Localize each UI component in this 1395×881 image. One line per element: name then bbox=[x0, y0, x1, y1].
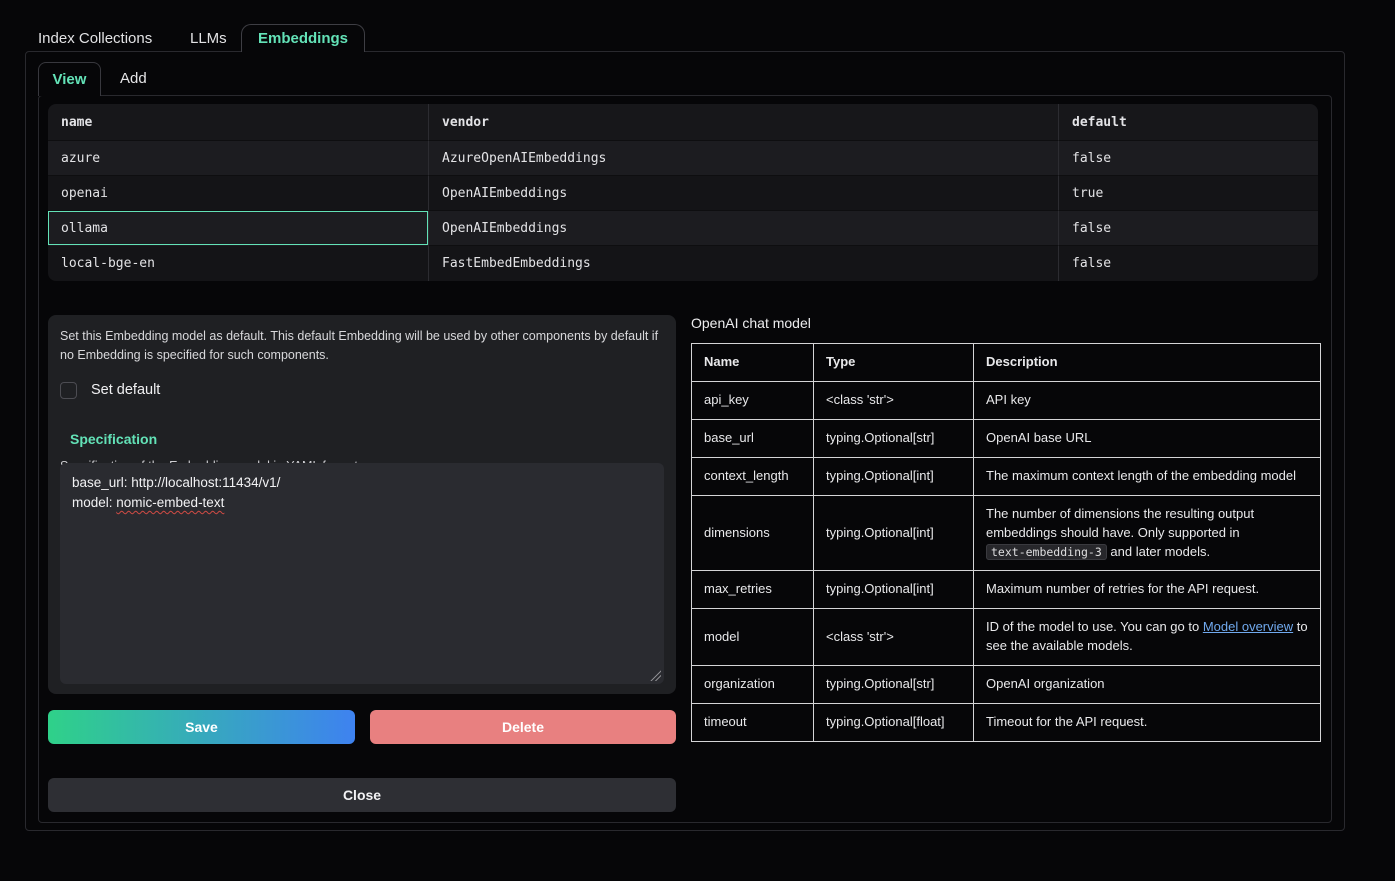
ref-row-timeout: timeout typing.Optional[float] Timeout f… bbox=[692, 704, 1321, 742]
param-desc: The number of dimensions the resulting o… bbox=[974, 495, 1321, 571]
inline-code-chip: text-embedding-3 bbox=[986, 544, 1107, 560]
ref-header-type: Type bbox=[814, 344, 974, 382]
table-row-openai[interactable]: openai OpenAIEmbeddings true bbox=[48, 176, 1318, 211]
header-name: name bbox=[48, 104, 429, 141]
table-row-ollama[interactable]: ollama OpenAIEmbeddings false bbox=[48, 211, 1318, 246]
header-vendor: vendor bbox=[429, 104, 1059, 141]
param-type: typing.Optional[float] bbox=[814, 704, 974, 742]
param-name: timeout bbox=[692, 704, 814, 742]
page: { "colors": { "accent_mint": "#63e2b7", … bbox=[0, 0, 1395, 881]
param-desc: ID of the model to use. You can go to Mo… bbox=[974, 609, 1321, 666]
embeddings-table-header: name vendor default bbox=[48, 104, 1318, 141]
param-name: organization bbox=[692, 666, 814, 704]
param-type: typing.Optional[int] bbox=[814, 495, 974, 571]
table-row-local-bge-en[interactable]: local-bge-en FastEmbedEmbeddings false bbox=[48, 246, 1318, 281]
set-default-checkbox[interactable] bbox=[60, 382, 77, 399]
embeddings-table: name vendor default azure AzureOpenAIEmb… bbox=[48, 104, 1318, 281]
ref-header-name: Name bbox=[692, 344, 814, 382]
param-name: dimensions bbox=[692, 495, 814, 571]
ref-row-dimensions: dimensions typing.Optional[int] The numb… bbox=[692, 495, 1321, 571]
param-type: <class 'str'> bbox=[814, 609, 974, 666]
param-type: typing.Optional[str] bbox=[814, 666, 974, 704]
cell-vendor[interactable]: OpenAIEmbeddings bbox=[429, 176, 1059, 211]
tab-embeddings[interactable]: Embeddings bbox=[241, 24, 365, 52]
save-button[interactable]: Save bbox=[48, 710, 355, 744]
param-name: api_key bbox=[692, 381, 814, 419]
ref-header-description: Description bbox=[974, 344, 1321, 382]
right-panel-title: OpenAI chat model bbox=[691, 315, 811, 331]
ref-header-row: Name Type Description bbox=[692, 344, 1321, 382]
yaml-line-2: model: nomic-embed-text bbox=[72, 493, 652, 513]
cell-default[interactable]: false bbox=[1059, 211, 1318, 246]
param-type: typing.Optional[str] bbox=[814, 419, 974, 457]
yaml-spec-textarea[interactable]: base_url: http://localhost:11434/v1/ mod… bbox=[60, 463, 664, 684]
param-type: typing.Optional[int] bbox=[814, 457, 974, 495]
textarea-resize-handle[interactable] bbox=[650, 670, 661, 681]
param-type: typing.Optional[int] bbox=[814, 571, 974, 609]
param-desc: Maximum number of retries for the API re… bbox=[974, 571, 1321, 609]
ref-row-base-url: base_url typing.Optional[str] OpenAI bas… bbox=[692, 419, 1321, 457]
cell-default[interactable]: false bbox=[1059, 246, 1318, 281]
tab-index-collections[interactable]: Index Collections bbox=[38, 24, 152, 52]
header-default: default bbox=[1059, 104, 1318, 141]
subtab-view[interactable]: View bbox=[38, 62, 101, 96]
delete-button[interactable]: Delete bbox=[370, 710, 676, 744]
yaml-line-1: base_url: http://localhost:11434/v1/ bbox=[72, 473, 652, 493]
close-button[interactable]: Close bbox=[48, 778, 676, 812]
cell-name[interactable]: openai bbox=[48, 176, 429, 211]
param-desc: OpenAI organization bbox=[974, 666, 1321, 704]
cell-vendor[interactable]: OpenAIEmbeddings bbox=[429, 211, 1059, 246]
model-overview-link[interactable]: Model overview bbox=[1203, 619, 1293, 634]
cell-vendor[interactable]: FastEmbedEmbeddings bbox=[429, 246, 1059, 281]
param-desc: The maximum context length of the embedd… bbox=[974, 457, 1321, 495]
ref-row-context-length: context_length typing.Optional[int] The … bbox=[692, 457, 1321, 495]
param-name: max_retries bbox=[692, 571, 814, 609]
ref-row-max-retries: max_retries typing.Optional[int] Maximum… bbox=[692, 571, 1321, 609]
specification-heading: Specification bbox=[70, 431, 664, 447]
param-type: <class 'str'> bbox=[814, 381, 974, 419]
ref-row-organization: organization typing.Optional[str] OpenAI… bbox=[692, 666, 1321, 704]
set-default-label: Set default bbox=[91, 382, 160, 398]
cell-name-selected[interactable]: ollama bbox=[48, 211, 429, 246]
param-name: context_length bbox=[692, 457, 814, 495]
param-name: base_url bbox=[692, 419, 814, 457]
parameter-reference-table: Name Type Description api_key <class 'st… bbox=[691, 343, 1321, 742]
cell-default[interactable]: true bbox=[1059, 176, 1318, 211]
tab-llms[interactable]: LLMs bbox=[190, 24, 227, 52]
cell-name[interactable]: local-bge-en bbox=[48, 246, 429, 281]
param-desc: OpenAI base URL bbox=[974, 419, 1321, 457]
table-row-azure[interactable]: azure AzureOpenAIEmbeddings false bbox=[48, 141, 1318, 176]
ref-row-model: model <class 'str'> ID of the model to u… bbox=[692, 609, 1321, 666]
cell-name[interactable]: azure bbox=[48, 141, 429, 176]
ref-row-api-key: api_key <class 'str'> API key bbox=[692, 381, 1321, 419]
cell-default[interactable]: false bbox=[1059, 141, 1318, 176]
param-desc: API key bbox=[974, 381, 1321, 419]
param-desc: Timeout for the API request. bbox=[974, 704, 1321, 742]
cell-vendor[interactable]: AzureOpenAIEmbeddings bbox=[429, 141, 1059, 176]
param-name: model bbox=[692, 609, 814, 666]
default-setting-card: Set this Embedding model as default. Thi… bbox=[48, 315, 676, 694]
set-default-checkbox-row[interactable]: Set default bbox=[60, 382, 664, 399]
misspelled-word: nomic-embed-text bbox=[116, 495, 224, 510]
default-description: Set this Embedding model as default. Thi… bbox=[60, 327, 660, 366]
